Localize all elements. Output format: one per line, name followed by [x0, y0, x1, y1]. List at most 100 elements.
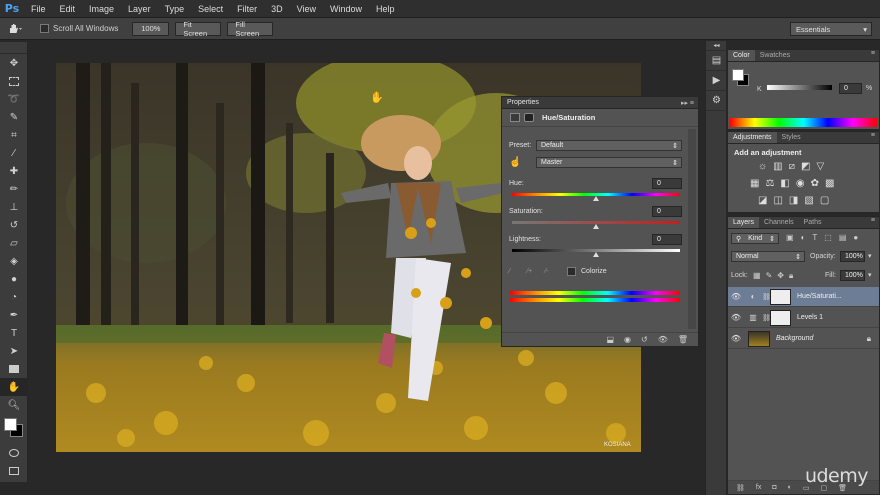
menu-image[interactable]: Image — [82, 0, 121, 18]
saturation-slider-thumb[interactable] — [593, 224, 599, 229]
properties-panel-icon[interactable]: ⚙ — [706, 91, 727, 111]
lightness-input[interactable]: 0 — [652, 234, 682, 245]
color-swatches[interactable] — [0, 414, 27, 444]
menu-layer[interactable]: Layer — [121, 0, 158, 18]
layer-name[interactable]: Background — [776, 335, 813, 342]
channel-select[interactable]: Master ⇕ — [536, 157, 682, 168]
layer-name[interactable]: Levels 1 — [797, 314, 823, 321]
menu-help[interactable]: Help — [369, 0, 402, 18]
paint-bucket-icon[interactable]: ◈ — [0, 252, 28, 270]
preset-select[interactable]: Default ⇕ — [536, 140, 682, 151]
filter-kind-select[interactable]: ⚲ Kind ⇕ — [731, 233, 779, 244]
colorize-checkbox[interactable] — [567, 267, 576, 276]
layer-row[interactable]: 👁︎ Background 🔒︎ — [728, 329, 879, 349]
curves-icon[interactable]: ⧄ — [789, 161, 795, 172]
menu-file[interactable]: File — [24, 0, 53, 18]
add-mask-icon[interactable]: ◘ — [772, 484, 776, 491]
zoom-100-button[interactable]: 100% — [132, 21, 170, 36]
marquee-tool-icon[interactable] — [0, 72, 28, 90]
lock-transparency-icon[interactable]: ▦ — [753, 271, 761, 281]
layer-row[interactable]: 👁︎ ▥ ⛓ Levels 1 — [728, 308, 879, 328]
hand-tool-preset-icon[interactable] — [0, 23, 30, 35]
smart-filter-icon[interactable]: ▤ — [839, 233, 847, 242]
tab-layers[interactable]: Layers — [728, 217, 760, 228]
color-ramp[interactable] — [730, 118, 877, 127]
foreground-swatch[interactable] — [4, 418, 17, 431]
dock-collapse-icon[interactable]: ◂◂ — [706, 41, 727, 51]
eraser-tool-icon[interactable]: ▱ — [0, 234, 28, 252]
menu-view[interactable]: View — [290, 0, 323, 18]
pen-tool-icon[interactable]: ✒ — [0, 306, 28, 324]
mask-icon[interactable] — [524, 113, 534, 122]
saturation-input[interactable]: 0 — [652, 206, 682, 217]
properties-scrollbar[interactable] — [688, 129, 696, 329]
screen-mode-icon[interactable] — [0, 462, 28, 480]
opacity-arrow-icon[interactable]: ▾ — [868, 252, 872, 260]
zoom-tool-icon[interactable]: 🔍︎ — [0, 396, 28, 414]
pixel-filter-icon[interactable]: ▣ — [786, 233, 794, 242]
gradient-map-icon[interactable]: ▧ — [804, 195, 813, 206]
tools-grip[interactable] — [0, 42, 27, 54]
type-filter-icon[interactable]: T — [812, 233, 817, 242]
clone-stamp-icon[interactable]: ⊥ — [0, 198, 28, 216]
menu-filter[interactable]: Filter — [230, 0, 264, 18]
fill-screen-button[interactable]: Fill Screen — [227, 20, 274, 38]
layer-mask-thumbnail[interactable] — [770, 288, 791, 305]
workspace-select[interactable]: Essentials ▾ — [790, 22, 872, 36]
rectangle-tool-icon[interactable] — [0, 360, 28, 378]
reset-icon[interactable]: ↺ — [641, 335, 648, 344]
healing-brush-icon[interactable]: ✚ — [0, 162, 28, 180]
panel-menu-icon[interactable]: ≡ — [871, 217, 875, 228]
k-slider[interactable] — [767, 85, 832, 90]
tab-styles[interactable]: Styles — [777, 132, 806, 143]
new-adjustment-icon[interactable]: ◐ — [788, 484, 792, 491]
lock-all-icon[interactable]: 🔒︎ — [789, 271, 793, 281]
invert-icon[interactable]: ◪ — [758, 195, 767, 206]
lasso-tool-icon[interactable]: ➰ — [0, 90, 28, 108]
eyedropper-tool-icon[interactable]: ⁄ — [0, 144, 28, 162]
properties-tab[interactable]: Properties — [507, 99, 539, 106]
menu-type[interactable]: Type — [158, 0, 192, 18]
threshold-icon[interactable]: ◨ — [789, 195, 798, 206]
link-icon[interactable]: ⛓ — [762, 314, 771, 322]
visibility-eye-icon[interactable]: 👁︎ — [728, 334, 744, 343]
adjustment-layer-icon[interactable] — [510, 113, 520, 122]
color-balance-icon[interactable]: ⚖ — [765, 178, 774, 189]
quick-select-tool-icon[interactable]: ✎ — [0, 108, 28, 126]
photo-filter-icon[interactable]: ◉ — [796, 178, 805, 189]
filter-toggle-icon[interactable]: ● — [853, 233, 858, 242]
link-layers-icon[interactable]: ⛓ — [736, 484, 745, 492]
fx-icon[interactable]: fx — [756, 484, 761, 491]
tab-swatches[interactable]: Swatches — [755, 50, 795, 61]
dodge-tool-icon[interactable]: ◔ — [0, 288, 28, 306]
blend-mode-select[interactable]: Normal ⇕ — [731, 251, 805, 262]
visibility-eye-icon[interactable]: 👁︎ — [728, 292, 744, 301]
menu-select[interactable]: Select — [191, 0, 230, 18]
history-brush-icon[interactable]: ↺ — [0, 216, 28, 234]
vibrance-icon[interactable]: ▽ — [816, 161, 824, 172]
layer-row[interactable]: 👁︎ ◐ ⛓ Hue/Saturati... — [728, 287, 879, 307]
lock-position-icon[interactable]: ✥ — [777, 271, 784, 281]
black-white-icon[interactable]: ◧ — [780, 178, 789, 189]
type-tool-icon[interactable]: T — [0, 324, 28, 342]
targeted-adjust-hand-icon[interactable]: ☝ — [509, 157, 536, 168]
blur-tool-icon[interactable]: ● — [0, 270, 28, 288]
eyedropper-add-icon[interactable]: ⁄+ — [527, 268, 545, 275]
levels-icon[interactable]: ▥ — [773, 161, 782, 172]
view-previous-icon[interactable]: ◉ — [624, 335, 631, 344]
scroll-all-checkbox[interactable] — [40, 24, 49, 33]
tab-color[interactable]: Color — [728, 50, 755, 61]
hue-slider-thumb[interactable] — [593, 196, 599, 201]
shape-filter-icon[interactable]: ⬚ — [824, 233, 832, 242]
history-panel-icon[interactable]: ▤ — [706, 51, 727, 71]
color-fg-swatch[interactable] — [732, 69, 744, 81]
opacity-input[interactable]: 100% — [840, 251, 865, 262]
panel-menu-icon[interactable]: ≡ — [871, 50, 875, 61]
link-icon[interactable]: ⛓ — [762, 293, 771, 301]
hand-tool-icon[interactable]: ✋ — [0, 378, 28, 396]
visibility-eye-icon[interactable]: 👁︎ — [728, 313, 744, 322]
lightness-slider-thumb[interactable] — [593, 252, 599, 257]
channel-mixer-icon[interactable]: ✿ — [811, 178, 819, 189]
move-tool-icon[interactable]: ✥ — [0, 54, 28, 72]
hue-input[interactable]: 0 — [652, 178, 682, 189]
